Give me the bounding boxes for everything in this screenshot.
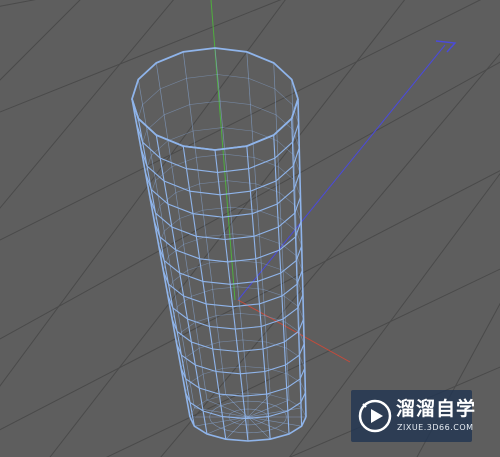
vertical-edge-line bbox=[246, 51, 271, 395]
grid-line bbox=[0, 0, 81, 81]
cap-spoke-line bbox=[206, 416, 249, 435]
grid-line bbox=[0, 0, 37, 7]
watermark-title: 溜溜自学 bbox=[396, 398, 477, 420]
x-axis-line bbox=[237, 299, 351, 363]
grid-line bbox=[0, 0, 482, 241]
watermark-url: ZIXUE.3D66.COM bbox=[397, 423, 474, 432]
watermark-badge: 溜溜自学 ZIXUE.3D66.COM bbox=[351, 390, 475, 442]
grid-line bbox=[0, 0, 286, 387]
floor-grid bbox=[0, 0, 500, 457]
vertical-edge-line bbox=[273, 62, 290, 401]
z-axis-line bbox=[237, 44, 446, 301]
cylinder-wireframe[interactable] bbox=[131, 47, 307, 442]
z-axis-arrow-icon bbox=[435, 40, 457, 53]
3d-viewport[interactable]: 溜溜自学 ZIXUE.3D66.COM bbox=[0, 0, 500, 457]
top-rim-line bbox=[131, 47, 299, 151]
viewport-scene[interactable] bbox=[0, 0, 500, 457]
grid-line bbox=[0, 61, 500, 340]
grid-line bbox=[49, 0, 406, 457]
ring-line bbox=[131, 98, 299, 151]
play-logo-icon bbox=[358, 399, 392, 433]
